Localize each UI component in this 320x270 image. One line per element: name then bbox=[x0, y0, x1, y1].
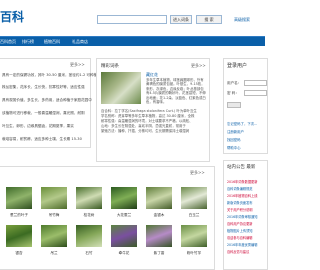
plant-thumbnail[interactable] bbox=[181, 187, 207, 209]
plant-thumbnail[interactable] bbox=[111, 187, 137, 209]
plant-thumbnail[interactable] bbox=[76, 187, 102, 209]
detail-line: 繁殖方法：播种、扦插、分株均可，生长期需保持土壤湿润 bbox=[101, 129, 190, 133]
enter-entry-button[interactable]: 进入词条 bbox=[170, 15, 192, 24]
announcement-item[interactable]: 植物图片上传须知 bbox=[227, 229, 253, 233]
nav-ranking[interactable]: 排行榜 bbox=[22, 39, 34, 45]
entry-details: 百合科：拉丁学名(Saxifraga stolonifera Curt.) 叶为… bbox=[101, 109, 207, 134]
list-item[interactable]: 该植物可进行移栽，一般喜温暖湿润，喜光照，耐阴 bbox=[2, 111, 85, 116]
nav-home[interactable]: 百科首页 bbox=[0, 39, 16, 45]
nav-gift-shop[interactable]: 礼品商店 bbox=[72, 39, 88, 45]
search-input[interactable] bbox=[97, 15, 167, 24]
password-label: 密 码： bbox=[227, 91, 239, 95]
plant-image[interactable] bbox=[101, 72, 141, 104]
announcement-item[interactable]: 2016年年度优秀编辑 bbox=[227, 243, 257, 247]
plant-thumbnail[interactable] bbox=[76, 225, 102, 247]
plant-caption[interactable]: 桂花树 bbox=[74, 213, 104, 218]
more-link[interactable]: 更多>> bbox=[70, 62, 85, 68]
announcement-item[interactable]: 关于用户积分说明 bbox=[227, 208, 253, 212]
username-label: 用户名： bbox=[227, 81, 242, 85]
plant-thumbnail[interactable] bbox=[146, 225, 172, 247]
plant-thumbnail[interactable] bbox=[111, 225, 137, 247]
search-button[interactable]: 搜 索 bbox=[196, 15, 222, 24]
plant-thumbnail[interactable] bbox=[41, 225, 67, 247]
plant-caption[interactable]: 紫丁香 bbox=[144, 251, 174, 256]
login-button[interactable] bbox=[227, 102, 241, 108]
plant-gallery: 更多>> 葱兰的叶子 吊竹梅 桂花树 大花蕙兰 金银木 白玉兰 银杏 吊兰 石竹… bbox=[0, 166, 215, 270]
site-logo[interactable]: 百科 bbox=[0, 8, 24, 25]
announcement-item[interactable]: 百科反馈与建议 bbox=[227, 250, 249, 254]
plant-thumbnail[interactable] bbox=[181, 225, 207, 247]
announcement-item[interactable]: 2016年植物百科上线 bbox=[227, 194, 257, 198]
plant-caption[interactable]: 银杏 bbox=[4, 251, 34, 256]
plant-caption[interactable]: 石竹 bbox=[74, 251, 104, 256]
main-nav: 百科首页 排行榜 植物百科 礼品商店 bbox=[0, 36, 265, 46]
announcement-item[interactable]: 2016年词条数据更新 bbox=[227, 180, 257, 184]
plant-caption[interactable]: 白玉兰 bbox=[179, 213, 209, 218]
plant-caption[interactable]: 大花蕙兰 bbox=[109, 213, 139, 218]
plant-caption[interactable]: 金银木 bbox=[144, 213, 174, 218]
plant-thumbnail[interactable] bbox=[146, 187, 172, 209]
list-item[interactable]: 具有观赏价值，多生长，多药用，适合种植于家庭花园中 bbox=[2, 98, 92, 103]
username-field[interactable] bbox=[244, 80, 267, 86]
list-item[interactable]: 株丛密集，花序长，生长快，抗寒性好等，适应性强 bbox=[2, 85, 85, 90]
plant-caption[interactable]: 葱兰的叶子 bbox=[4, 213, 34, 218]
nav-plant-wiki[interactable]: 植物百科 bbox=[44, 39, 60, 45]
announcement-item[interactable]: 百科用户协议更新 bbox=[227, 222, 253, 226]
list-item[interactable]: 栽培容易，耐贫瘠，适应多种土壤，生长期 15-30 bbox=[2, 137, 82, 142]
more-link[interactable]: 更多>> bbox=[190, 170, 205, 176]
featured-entry-panel: 精彩词条 更多>> 藏红花 多年生草本植物，球茎扁圆球形，外有黄褐色的膜质包被。… bbox=[96, 58, 210, 162]
list-item[interactable]: 叶互生，卵形，边缘具锯齿，花期夏季，果实 bbox=[2, 124, 74, 129]
plant-caption[interactable]: 吊兰 bbox=[39, 251, 69, 256]
plant-caption[interactable]: 粉叶竹芋 bbox=[179, 251, 209, 256]
plant-description: 多年生草本植物，球茎扁圆球形，外有黄褐色的膜质包被。叶基生，9-15枚，条形，灰… bbox=[146, 78, 206, 105]
plant-caption[interactable]: 牵牛花 bbox=[109, 251, 139, 256]
plant-thumbnail[interactable] bbox=[6, 225, 32, 247]
recover-link[interactable]: 找回密码 bbox=[227, 137, 241, 142]
help-link[interactable]: 帮助中心 bbox=[227, 145, 241, 150]
left-article-panel: 更多>> 具有一定的保健功效，其叶 30-50 厘米，茎径约1-2 可种植 株丛… bbox=[0, 58, 97, 148]
announcement-item[interactable]: 新版词条页面发布 bbox=[227, 201, 253, 205]
forgot-link[interactable]: 忘记密码了，下次... bbox=[227, 121, 257, 126]
login-title: 登录用户 bbox=[227, 63, 248, 69]
announcement-item[interactable]: 欢迎参与百科编辑 bbox=[227, 236, 253, 240]
password-field[interactable] bbox=[244, 90, 267, 96]
register-link[interactable]: 注册新用户 bbox=[227, 129, 244, 134]
advanced-search-link[interactable]: 高级搜索 bbox=[234, 17, 250, 23]
more-link[interactable]: 更多>> bbox=[191, 63, 206, 69]
announcement-item[interactable]: 2016年词条审核通知 bbox=[227, 215, 257, 219]
panel-title: 精彩词条 bbox=[101, 64, 119, 69]
list-item[interactable]: 具有一定的保健功效，其叶 30-50 厘米，茎径约1-2 可种植 bbox=[2, 73, 97, 78]
announcement-panel: 站内公告 最新 2016年词条数据更新 百科词条编辑规范 2016年植物百科上线… bbox=[223, 160, 268, 270]
announcement-title: 站内公告 最新 bbox=[227, 165, 256, 170]
plant-caption[interactable]: 吊竹梅 bbox=[39, 213, 69, 218]
plant-thumbnail[interactable] bbox=[6, 187, 32, 209]
announcement-item[interactable]: 百科词条编辑规范 bbox=[227, 187, 253, 191]
login-panel: 登录用户 用户名： 密 码： 忘记密码了，下次... 注册新用户 找回密码 帮助… bbox=[223, 58, 268, 154]
plant-thumbnail[interactable] bbox=[41, 187, 67, 209]
